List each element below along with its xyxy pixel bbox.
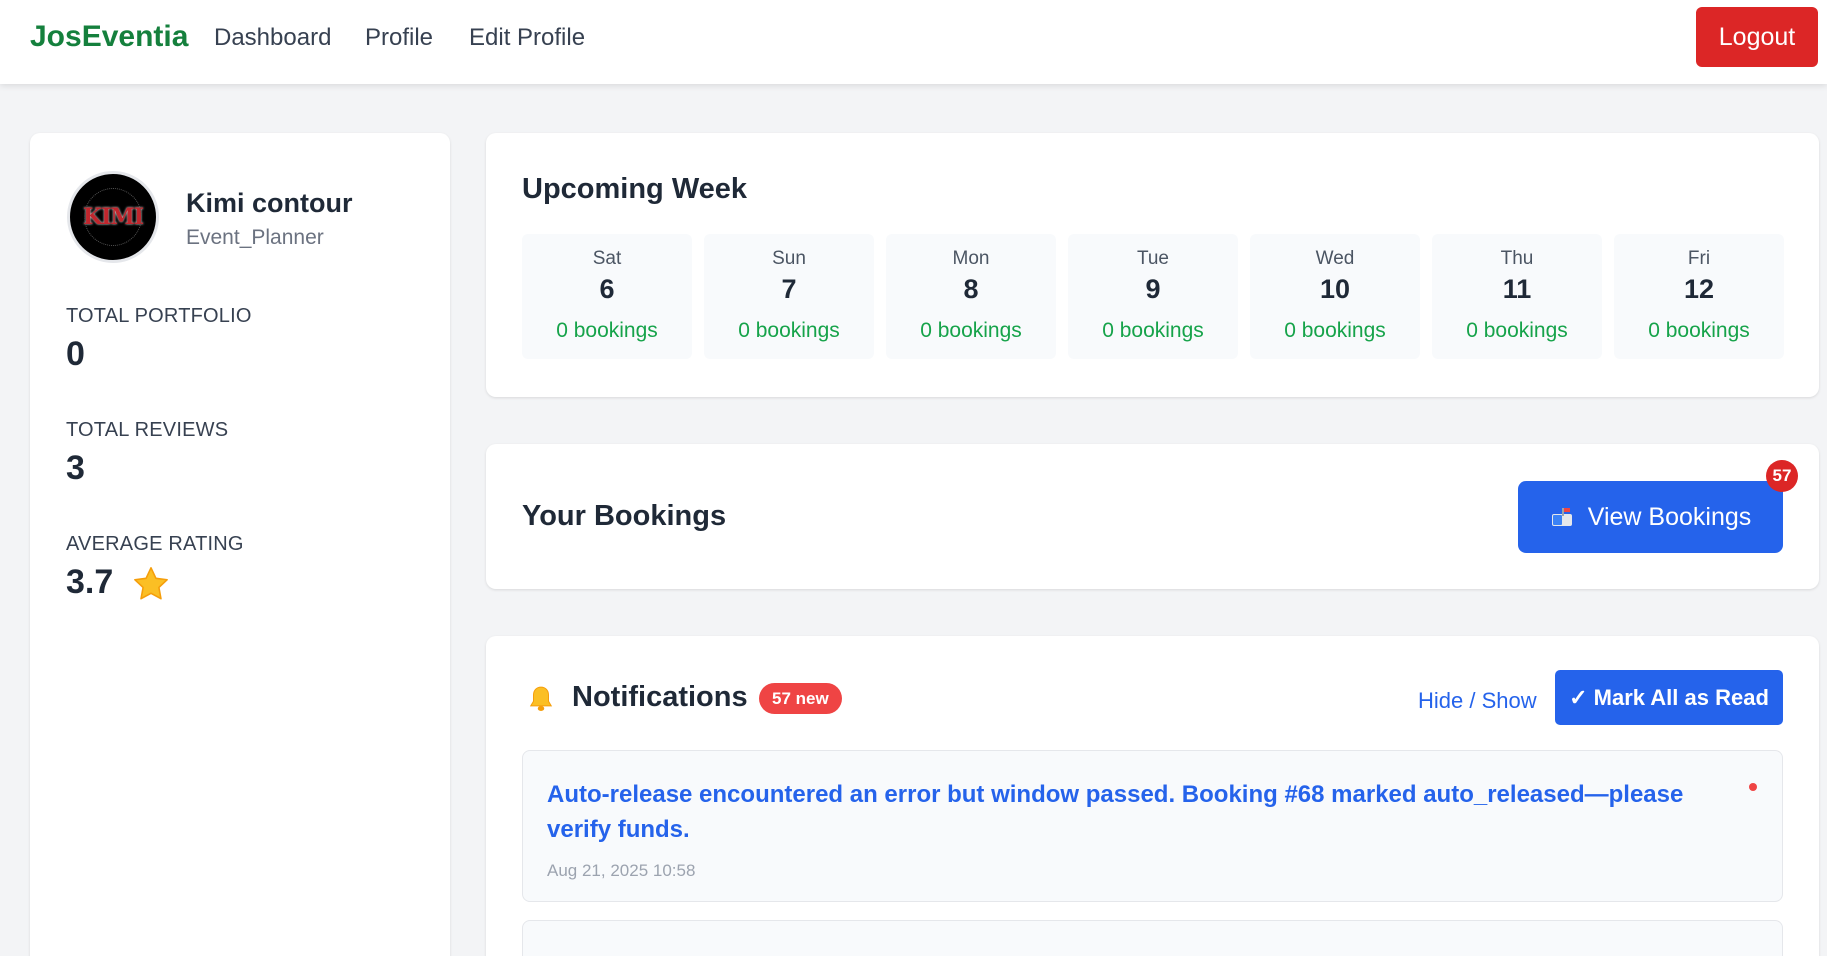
day-card-fri[interactable]: Fri 12 0 bookings — [1614, 234, 1784, 359]
day-card-mon[interactable]: Mon 8 0 bookings — [886, 234, 1056, 359]
stat-label-total-portfolio: TOTAL PORTFOLIO — [66, 305, 252, 327]
hide-show-toggle[interactable]: Hide / Show — [1418, 688, 1537, 714]
day-bookings-count: 0 bookings — [1284, 319, 1386, 342]
upcoming-week-card: Upcoming Week Sat 6 0 bookings Sun 7 0 b… — [486, 133, 1819, 397]
day-bookings-count: 0 bookings — [1648, 319, 1750, 342]
day-bookings-count: 0 bookings — [920, 319, 1022, 342]
day-bookings-count: 0 bookings — [738, 319, 840, 342]
stat-value-average-rating: 3.7 — [66, 563, 114, 601]
avatar-ring — [84, 188, 142, 246]
day-card-thu[interactable]: Thu 11 0 bookings — [1432, 234, 1602, 359]
day-number: 7 — [781, 274, 797, 304]
profile-role: Event_Planner — [186, 226, 324, 249]
day-name: Tue — [1136, 248, 1170, 269]
notification-timestamp: Aug 21, 2025 10:58 — [547, 861, 696, 880]
stat-label-average-rating: AVERAGE RATING — [66, 533, 244, 555]
notification-item[interactable] — [522, 920, 1783, 956]
notification-item[interactable]: Auto-release encountered an error but wi… — [522, 750, 1783, 902]
logout-button[interactable]: Logout — [1696, 7, 1818, 67]
top-navbar: JosEventia Dashboard Profile Edit Profil… — [0, 0, 1827, 84]
mark-all-read-button[interactable]: ✓ Mark All as Read — [1555, 670, 1783, 725]
nav-link-profile[interactable]: Profile — [365, 24, 433, 52]
day-number: 11 — [1502, 274, 1532, 304]
nav-link-dashboard[interactable]: Dashboard — [214, 24, 331, 52]
day-name: Fri — [1687, 248, 1711, 269]
unread-indicator-dot — [1749, 783, 1757, 791]
day-name: Wed — [1315, 248, 1355, 269]
day-bookings-count: 0 bookings — [1102, 319, 1204, 342]
stat-value-total-portfolio: 0 — [66, 335, 85, 373]
profile-sidebar: KIMI Kimi contour Event_Planner TOTAL PO… — [30, 133, 450, 956]
day-name: Mon — [952, 248, 990, 269]
day-card-tue[interactable]: Tue 9 0 bookings — [1068, 234, 1238, 359]
avatar[interactable]: KIMI — [67, 171, 159, 263]
day-name: Thu — [1500, 248, 1534, 269]
day-number: 12 — [1683, 274, 1715, 304]
notifications-card: Notifications 57 new Hide / Show ✓ Mark … — [486, 636, 1819, 956]
your-bookings-title: Your Bookings — [522, 500, 727, 532]
bookings-count-badge: 57 — [1766, 460, 1798, 492]
new-notifications-badge: 57 new — [759, 683, 842, 714]
day-number: 8 — [963, 274, 979, 304]
upcoming-week-title: Upcoming Week — [522, 173, 748, 205]
nav-link-edit-profile[interactable]: Edit Profile — [469, 24, 585, 52]
stat-value-total-reviews: 3 — [66, 449, 85, 487]
day-number: 9 — [1145, 274, 1161, 304]
day-bookings-count: 0 bookings — [1466, 319, 1568, 342]
star-icon — [134, 567, 168, 600]
view-bookings-button[interactable]: View Bookings — [1518, 481, 1783, 553]
notifications-title: Notifications — [572, 681, 748, 713]
day-bookings-count: 0 bookings — [556, 319, 658, 342]
notification-message: Auto-release encountered an error but wi… — [547, 781, 1684, 843]
day-name: Sat — [592, 248, 622, 269]
day-name: Sun — [772, 248, 806, 269]
stat-label-total-reviews: TOTAL REVIEWS — [66, 419, 229, 441]
day-number: 10 — [1319, 274, 1351, 304]
day-card-wed[interactable]: Wed 10 0 bookings — [1250, 234, 1420, 359]
your-bookings-card: Your Bookings View Bookings 57 — [486, 444, 1819, 589]
mailbox-icon — [1551, 508, 1572, 526]
day-number: 6 — [599, 274, 615, 304]
day-card-sat[interactable]: Sat 6 0 bookings — [522, 234, 692, 359]
view-bookings-label: View Bookings — [1587, 502, 1752, 531]
bell-icon — [529, 686, 553, 711]
profile-name: Kimi contour — [186, 188, 353, 218]
brand-logo-link[interactable]: JosEventia — [30, 20, 188, 54]
day-card-sun[interactable]: Sun 7 0 bookings — [704, 234, 874, 359]
